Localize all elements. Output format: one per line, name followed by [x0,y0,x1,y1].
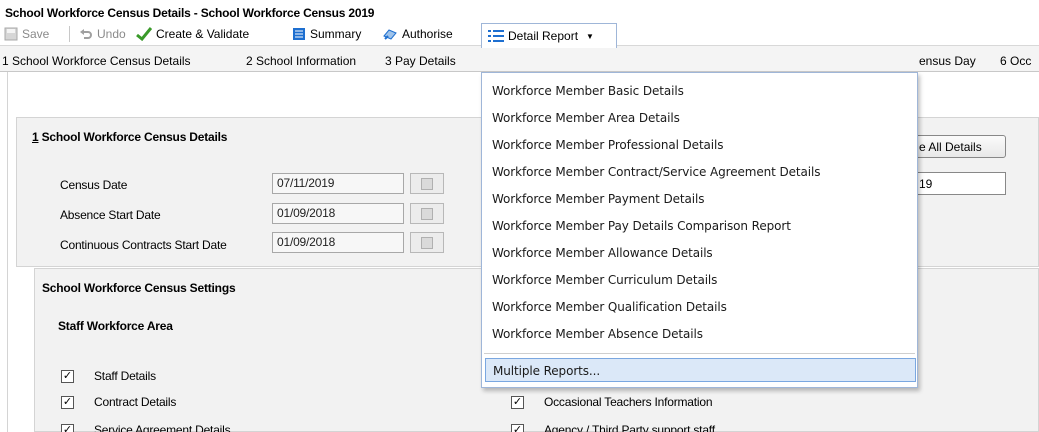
staff-workforce-area-heading: Staff Workforce Area [58,319,173,333]
tab-pay-details[interactable]: 3 Pay Details [385,54,456,68]
section-tabs: 1 School Workforce Census Details 2 Scho… [0,46,1039,72]
undo-icon [79,27,93,41]
census-year-field[interactable]: 19 [910,172,1006,195]
census-date-calendar-button[interactable] [410,173,444,194]
menu-item-professional-details[interactable]: Workforce Member Professional Details [492,133,724,157]
census-details-heading: 1 School Workforce Census Details [32,130,228,144]
menu-item-curriculum-details[interactable]: Workforce Member Curriculum Details [492,268,717,292]
agency-staff-checkbox[interactable]: ✓ [511,424,524,432]
chevron-down-icon: ▼ [586,31,594,41]
occasional-teachers-label: Occasional Teachers Information [544,395,713,409]
tab-occ[interactable]: 6 Occ [1000,54,1031,68]
contract-details-checkbox[interactable]: ✓ [61,396,74,409]
undo-label: Undo [97,27,126,41]
contract-details-label: Contract Details [94,395,177,409]
staff-details-label: Staff Details [94,369,156,383]
calendar-icon [421,236,433,249]
summary-icon [292,27,306,41]
absence-start-field[interactable]: 01/09/2018 [272,203,404,224]
undo-button[interactable]: Undo [79,25,126,43]
save-icon [4,27,18,41]
menu-item-area-details[interactable]: Workforce Member Area Details [492,106,680,130]
agency-staff-label: Agency / Third Party support staff [544,423,715,432]
tab-school-information[interactable]: 2 School Information [246,54,356,68]
create-validate-button[interactable]: Create & Validate [136,25,249,43]
create-validate-label: Create & Validate [156,27,250,41]
authorise-label: Authorise [402,27,453,41]
contracts-start-field[interactable]: 01/09/2018 [272,232,404,253]
contracts-start-calendar-button[interactable] [410,232,444,253]
menu-item-qualification-details[interactable]: Workforce Member Qualification Details [492,295,727,319]
menu-item-multiple-reports[interactable]: Multiple Reports... [485,358,916,382]
absence-start-label: Absence Start Date [60,208,161,222]
census-settings-heading: School Workforce Census Settings [42,281,236,295]
detail-report-button[interactable]: Detail Report ▼ [481,23,617,48]
menu-item-basic-details[interactable]: Workforce Member Basic Details [492,79,684,103]
occasional-teachers-checkbox[interactable]: ✓ [511,396,524,409]
checkmark-icon [136,27,153,42]
summary-button[interactable]: Summary [292,25,361,43]
tab-school-workforce-census-details[interactable]: 1 School Workforce Census Details [2,54,191,68]
authorise-icon [382,27,398,41]
detail-report-label: Detail Report [508,29,579,43]
list-icon [488,29,504,43]
detail-report-menu: Workforce Member Basic Details Workforce… [481,72,918,388]
staff-details-checkbox[interactable]: ✓ [61,370,74,383]
all-details-button[interactable]: e All Details [910,135,1006,158]
summary-label: Summary [310,27,362,41]
calendar-icon [421,177,433,190]
calendar-icon [421,207,433,220]
census-date-label: Census Date [60,178,128,192]
menu-separator [484,353,915,354]
menu-item-absence-details[interactable]: Workforce Member Absence Details [492,322,703,346]
service-agreement-label: Service Agreement Details [94,423,231,432]
save-button[interactable]: Save [4,25,49,43]
menu-item-pay-comparison[interactable]: Workforce Member Pay Details Comparison … [492,214,791,238]
tab-census-day[interactable]: ensus Day [919,54,976,68]
census-date-field[interactable]: 07/11/2019 [272,173,404,194]
authorise-button[interactable]: Authorise [382,25,453,43]
service-agreement-checkbox[interactable]: ✓ [61,424,74,432]
window-title: School Workforce Census Details - School… [0,0,1039,22]
absence-start-calendar-button[interactable] [410,203,444,224]
menu-item-allowance-details[interactable]: Workforce Member Allowance Details [492,241,713,265]
menu-item-contract-details[interactable]: Workforce Member Contract/Service Agreem… [492,160,820,184]
save-label: Save [22,27,50,41]
menu-item-payment-details[interactable]: Workforce Member Payment Details [492,187,704,211]
contracts-start-label: Continuous Contracts Start Date [60,238,227,252]
